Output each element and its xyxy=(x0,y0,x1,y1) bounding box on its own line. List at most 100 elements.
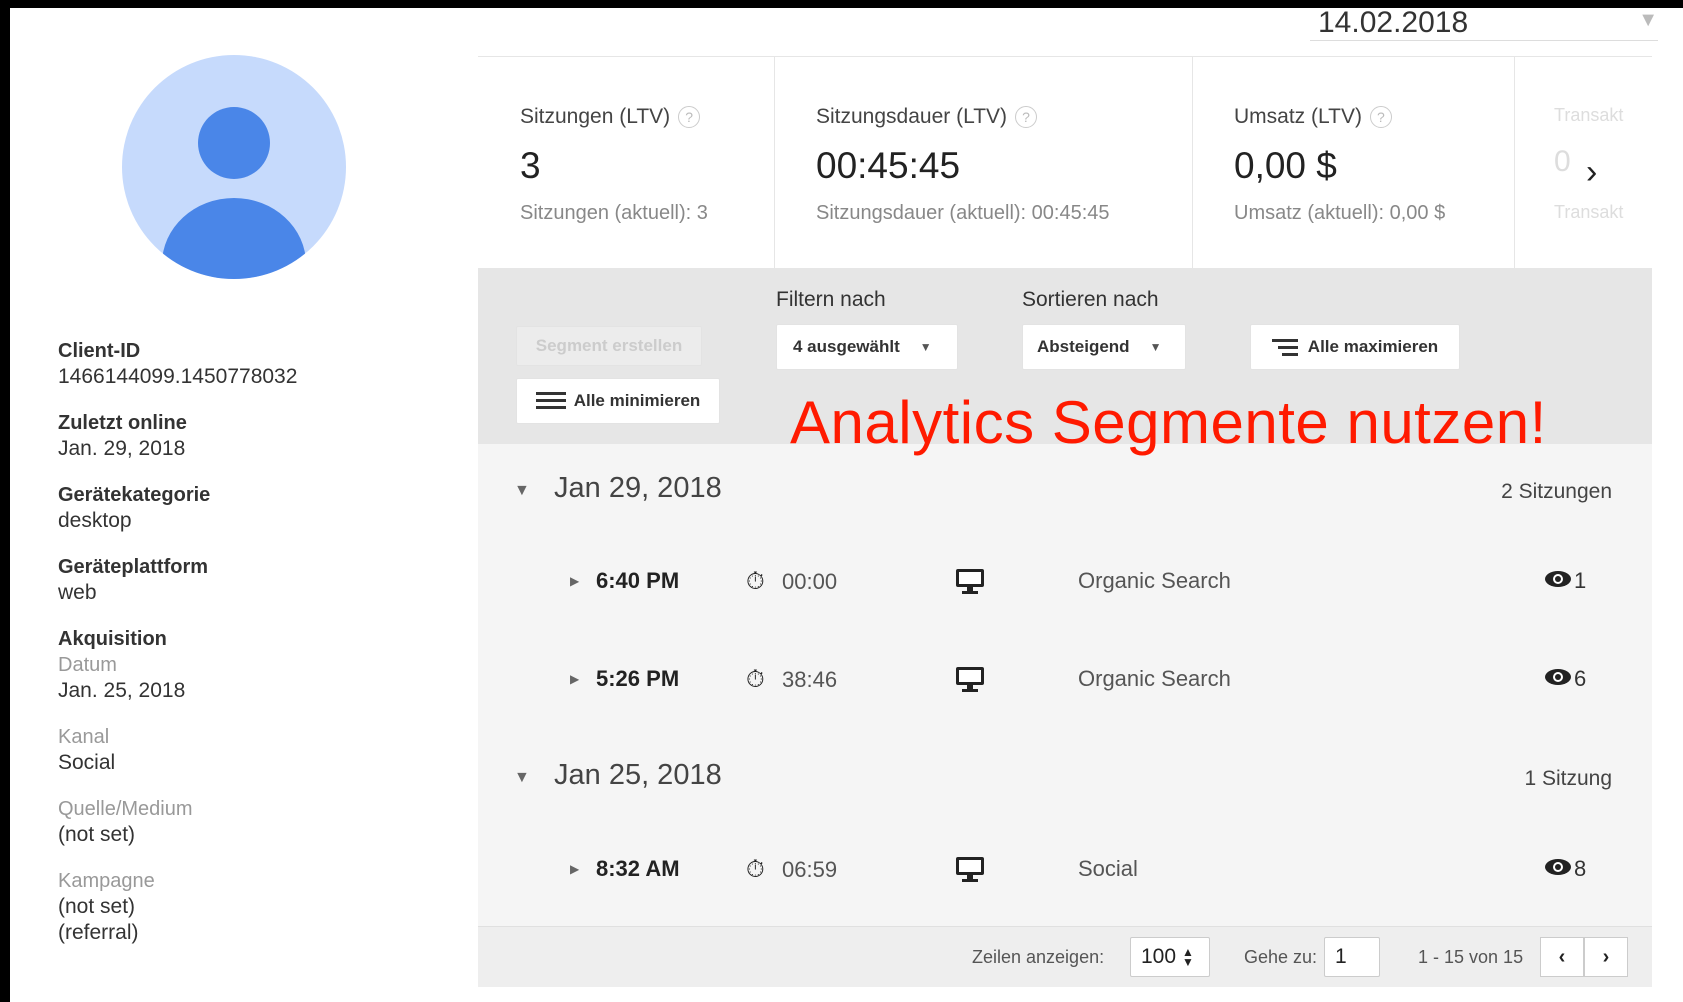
day-date: Jan 29, 2018 xyxy=(554,472,722,504)
avatar-head-icon xyxy=(198,107,270,179)
session-pageviews: 1 xyxy=(1574,568,1587,593)
eye-icon xyxy=(1545,571,1571,587)
profile-device-category: Gerätekategorie desktop xyxy=(58,482,388,534)
session-row[interactable]: ▶ 8:32 AM ⏱ 06:59 Social 8 xyxy=(478,842,1652,902)
chevron-left-icon: ‹ xyxy=(1558,945,1566,968)
day-session-count: 1 Sitzung xyxy=(1524,767,1612,790)
metric-revenue: Umsatz (LTV)? 0,00 $ Umsatz (aktuell): 0… xyxy=(1192,57,1515,269)
help-circle-icon[interactable]: ? xyxy=(678,106,701,129)
desktop-icon xyxy=(956,857,984,882)
sort-dropdown-value: Absteigend xyxy=(1037,337,1130,356)
metric-sessions-label-text: Sitzungen (LTV) xyxy=(520,105,671,128)
profile-acquisition: Akquisition Datum Jan. 25, 2018 xyxy=(58,626,388,704)
session-channel: Organic Search xyxy=(1078,666,1231,691)
caret-down-icon: ▼ xyxy=(514,769,530,786)
help-circle-icon[interactable]: ? xyxy=(1369,106,1392,129)
session-row[interactable]: ▶ 5:26 PM ⏱ 38:46 Organic Search 6 xyxy=(478,652,1652,712)
profile-campaign: Kampagne (not set) (referral) xyxy=(58,868,388,946)
day-session-count: 2 Sitzungen xyxy=(1501,480,1612,503)
device-platform-label: Geräteplattform xyxy=(58,556,209,578)
sort-dropdown[interactable]: Absteigend ▼ xyxy=(1022,324,1186,370)
avatar xyxy=(122,55,346,279)
day-group-header[interactable]: ▼ Jan 25, 2018 1 Sitzung xyxy=(478,753,1652,813)
filter-label: Filtern nach xyxy=(776,288,886,311)
goto-label: Gehe zu: xyxy=(1244,947,1318,967)
overlay-headline: Analytics Segmente nutzen! xyxy=(790,389,1547,456)
stepper-icon: ▲ ▼ xyxy=(1182,945,1194,969)
session-pageviews: 8 xyxy=(1574,856,1587,881)
filter-dropdown-value: 4 ausgewählt xyxy=(793,337,900,356)
timer-icon: ⏱ xyxy=(746,666,765,693)
device-category-label: Gerätekategorie xyxy=(58,484,211,506)
rows-per-page-select[interactable]: 100 ▲ ▼ xyxy=(1130,937,1210,977)
profile-last-online: Zuletzt online Jan. 29, 2018 xyxy=(58,410,388,462)
metric-sessions-label: Sitzungen (LTV)? xyxy=(520,105,701,129)
metric-duration-label: Sitzungsdauer (LTV)? xyxy=(816,105,1038,129)
device-category-value: desktop xyxy=(58,509,132,532)
metric-revenue-label: Umsatz (LTV)? xyxy=(1234,105,1392,129)
metric-session-duration: Sitzungsdauer (LTV)? 00:45:45 Sitzungsda… xyxy=(774,57,1193,269)
caret-right-icon: ▶ xyxy=(570,862,580,876)
profile-device-platform: Geräteplattform web xyxy=(58,554,388,606)
metrics-strip: Sitzungen (LTV)? 3 Sitzungen (aktuell): … xyxy=(478,56,1652,269)
session-channel: Social xyxy=(1078,856,1138,881)
source-medium-value: (not set) xyxy=(58,823,136,846)
maximize-all-button[interactable]: Alle maximieren xyxy=(1250,324,1460,370)
timer-icon: ⏱ xyxy=(746,856,765,883)
timer-icon: ⏱ xyxy=(746,568,765,595)
session-channel: Organic Search xyxy=(1078,568,1231,593)
rows-label: Zeilen anzeigen: xyxy=(972,947,1105,967)
metric-revenue-value: 0,00 $ xyxy=(1234,145,1337,186)
metric-duration-value: 00:45:45 xyxy=(816,145,961,186)
last-online-label: Zuletzt online xyxy=(58,412,187,434)
metric-duration-current: Sitzungsdauer (aktuell): 00:45:45 xyxy=(816,202,1110,224)
list-collapse-icon xyxy=(535,392,566,410)
goto-page-input[interactable]: 1 xyxy=(1324,937,1380,977)
session-row[interactable]: ▶ 6:40 PM ⏱ 00:00 Organic Search 1 xyxy=(478,554,1652,614)
filter-dropdown[interactable]: 4 ausgewählt ▼ xyxy=(776,324,958,370)
session-time: 6:40 PM xyxy=(596,568,680,593)
maximize-all-label: Alle maximieren xyxy=(1307,337,1439,356)
avatar-body-icon xyxy=(162,198,306,279)
channel-label: Kanal xyxy=(58,726,110,748)
help-circle-icon[interactable]: ? xyxy=(1015,106,1038,129)
metric-duration-label-text: Sitzungsdauer (LTV) xyxy=(816,105,1008,128)
user-profile-details: Client-ID 1466144099.1450778032 Zuletzt … xyxy=(58,338,388,966)
desktop-icon xyxy=(956,569,984,594)
pagination-footer: Zeilen anzeigen: 100 ▲ ▼ Gehe zu: 1 1 - 1… xyxy=(478,926,1652,987)
caret-right-icon: ▶ xyxy=(570,672,580,686)
caret-down-icon: ▼ xyxy=(514,482,530,499)
prev-page-button[interactable]: ‹ xyxy=(1540,937,1584,977)
sort-label: Sortieren nach xyxy=(1022,288,1159,311)
profile-source-medium: Quelle/Medium (not set) xyxy=(58,796,388,848)
day-group-header[interactable]: ▼ Jan 29, 2018 2 Sitzungen xyxy=(478,466,1652,526)
chevron-down-icon: ▼ xyxy=(1149,340,1162,354)
date-range-picker[interactable]: 16.01.2018 - 14.02.2018 ▼ xyxy=(1310,8,1658,41)
acquisition-date-value: Jan. 25, 2018 xyxy=(58,679,186,702)
next-page-button[interactable]: › xyxy=(1584,937,1628,977)
last-online-value: Jan. 29, 2018 xyxy=(58,437,186,460)
minimize-all-label: Alle minimieren xyxy=(573,391,701,410)
metric-transactions-current: Transakt xyxy=(1554,202,1624,222)
source-medium-label: Quelle/Medium xyxy=(58,798,193,820)
session-duration: 38:46 xyxy=(782,667,838,692)
rows-per-page-value: 100 xyxy=(1141,945,1177,968)
app-frame: 16.01.2018 - 14.02.2018 ▼ Client-ID 1466… xyxy=(10,8,1683,1002)
client-id-label: Client-ID xyxy=(58,340,141,362)
chevron-down-icon: ▼ xyxy=(1638,9,1658,31)
session-pageviews: 6 xyxy=(1574,666,1587,691)
eye-icon xyxy=(1545,859,1571,875)
create-segment-button[interactable]: Segment erstellen xyxy=(516,326,702,366)
eye-icon xyxy=(1545,669,1571,685)
metric-sessions-value: 3 xyxy=(520,145,541,186)
minimize-all-button[interactable]: Alle minimieren xyxy=(516,378,720,424)
client-id-value: 1466144099.1450778032 xyxy=(58,365,298,388)
main-panel: Sitzungen (LTV)? 3 Sitzungen (aktuell): … xyxy=(478,56,1652,987)
chevron-right-icon[interactable]: › xyxy=(1586,153,1597,192)
campaign-value: (not set) xyxy=(58,895,136,918)
profile-client-id: Client-ID 1466144099.1450778032 xyxy=(58,338,388,390)
metric-sessions-current: Sitzungen (aktuell): 3 xyxy=(520,202,708,224)
metric-transactions: Transakt 0 Transakt xyxy=(1514,57,1652,269)
acquisition-date-label: Datum xyxy=(58,654,117,676)
device-platform-value: web xyxy=(58,581,97,604)
